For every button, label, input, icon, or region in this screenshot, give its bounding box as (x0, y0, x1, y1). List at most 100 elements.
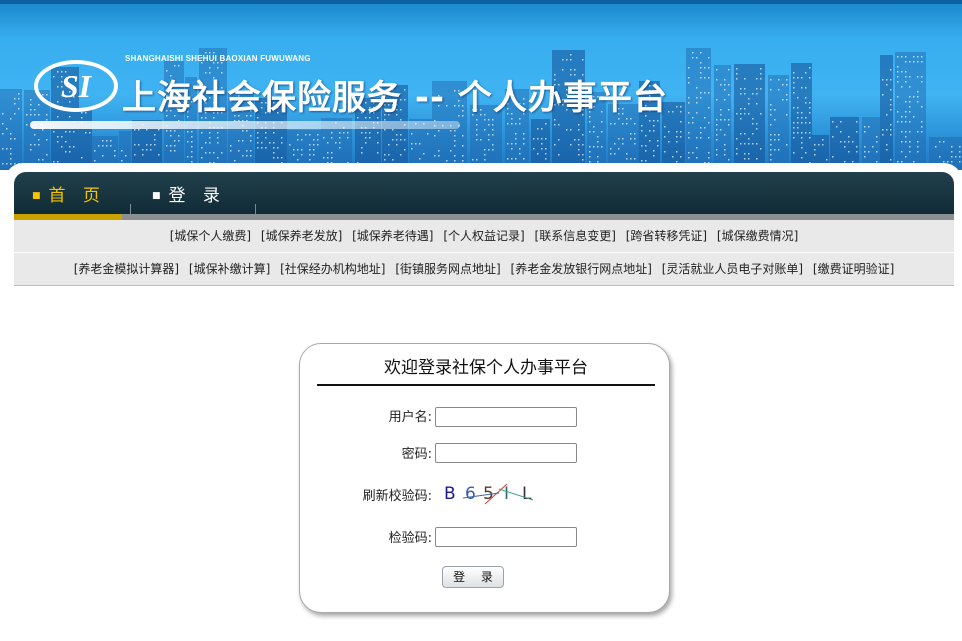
nav-home[interactable]: ■ 首 页 (32, 184, 106, 208)
skyline-window (472, 159, 474, 161)
skyline-window (411, 133, 413, 135)
password-label: 密码: (401, 447, 432, 462)
link-street-service-points[interactable]: [街镇服务网点地址] (395, 262, 500, 276)
login-button[interactable]: 登 录 (442, 566, 504, 588)
skyline-window (939, 156, 941, 158)
skyline-window (672, 156, 674, 158)
skyline-window (657, 120, 659, 122)
username-input[interactable] (435, 407, 577, 427)
link-cross-province-transfer[interactable]: [跨省转移凭证] (626, 229, 707, 243)
skyline-window (462, 145, 464, 147)
skyline-window (909, 86, 911, 88)
skyline-window (205, 142, 207, 144)
skyline-building (0, 89, 22, 170)
skyline-window (246, 155, 248, 157)
skyline-window (174, 150, 176, 152)
skyline-window (570, 144, 572, 146)
skyline-window (814, 154, 816, 156)
skyline-window (34, 144, 36, 146)
skyline-building (79, 108, 92, 170)
skyline-window (868, 151, 870, 153)
skyline-window (778, 79, 780, 81)
skyline-window (102, 145, 104, 147)
skyline-window (676, 136, 678, 138)
skyline-window (257, 132, 259, 134)
link-payment-certificate-verify[interactable]: [缴费证明验证] (813, 262, 894, 276)
link-pension-bank-branches[interactable]: [养老金发放银行网点地址] (511, 262, 652, 276)
skyline-window (744, 78, 746, 80)
skyline-window (720, 129, 722, 131)
skyline-window (138, 144, 140, 146)
skyline-window (454, 140, 456, 142)
skyline-window (882, 129, 884, 131)
link-urban-pension-benefits[interactable]: [城保养老待遇] (352, 229, 433, 243)
skyline-window (134, 154, 136, 156)
skyline-window (154, 144, 156, 146)
skyline-window (61, 136, 63, 138)
skyline-window (166, 130, 168, 132)
skyline-window (793, 137, 795, 139)
skyline-window (770, 149, 772, 151)
skyline-window (728, 94, 730, 96)
link-urban-payment-status[interactable]: [城保缴费情况] (717, 229, 798, 243)
skyline-window (533, 138, 535, 140)
link-personal-rights-record[interactable]: [个人权益记录] (443, 229, 524, 243)
skyline-window (488, 134, 490, 136)
skyline-window (728, 119, 730, 121)
skyline-window (905, 116, 907, 118)
skyline-window (10, 133, 12, 135)
skyline-window (61, 146, 63, 148)
link-pension-simulator[interactable]: [养老金模拟计算器] (74, 262, 179, 276)
skyline-window (917, 131, 919, 133)
link-agency-addresses[interactable]: [社保经办机构地址] (280, 262, 385, 276)
skyline-window (740, 108, 742, 110)
skyline-window (876, 141, 878, 143)
skyline-window (786, 144, 788, 146)
skyline-window (121, 160, 123, 162)
skyline-window (323, 157, 325, 159)
password-input[interactable] (435, 443, 577, 463)
skyline-window (257, 137, 259, 139)
skyline-window (545, 148, 547, 150)
skyline-window (901, 71, 903, 73)
captcha-input-label: 检验码: (388, 531, 432, 546)
skyline-window (102, 140, 104, 142)
skyline-window (696, 97, 698, 99)
skyline-window (716, 99, 718, 101)
link-urban-personal-payment[interactable]: [城保个人缴费] (170, 229, 251, 243)
link-flexible-employment-statement[interactable]: [灵活就业人员电子对账单] (662, 262, 803, 276)
skyline-window (309, 149, 311, 151)
skyline-window (736, 78, 738, 80)
link-contact-info-change[interactable]: [联系信息变更] (535, 229, 616, 243)
skyline-window (476, 159, 478, 161)
skyline-window (832, 156, 834, 158)
skyline-window (14, 103, 16, 105)
skyline-window (317, 139, 319, 141)
skyline-window (242, 140, 244, 142)
skyline-window (361, 147, 363, 149)
skyline-window (281, 157, 283, 159)
skyline-window (191, 151, 193, 153)
skyline-window (217, 157, 219, 159)
skyline-window (793, 132, 795, 134)
skyline-window (265, 147, 267, 149)
skyline-window (700, 92, 702, 94)
skyline-window (10, 153, 12, 155)
refresh-captcha-label[interactable]: 刷新校验码: (300, 487, 432, 507)
skyline-window (462, 160, 464, 162)
skyline-window (700, 137, 702, 139)
nav-login[interactable]: ■ 登 录 (152, 184, 226, 208)
skyline-window (917, 96, 919, 98)
skyline-window (250, 155, 252, 157)
skyline-window (756, 143, 758, 145)
captcha-input[interactable] (435, 527, 577, 547)
link-urban-pension-payout[interactable]: [城保养老发放] (261, 229, 342, 243)
skyline-window (523, 133, 525, 135)
skyline-window (488, 149, 490, 151)
skyline-window (848, 141, 850, 143)
link-urban-back-payment-calc[interactable]: [城保补缴计算] (189, 262, 270, 276)
captcha-image[interactable]: B 6 5 I L (441, 480, 537, 506)
skyline-window (593, 131, 595, 133)
skyline-window (462, 155, 464, 157)
skyline-window (377, 142, 379, 144)
